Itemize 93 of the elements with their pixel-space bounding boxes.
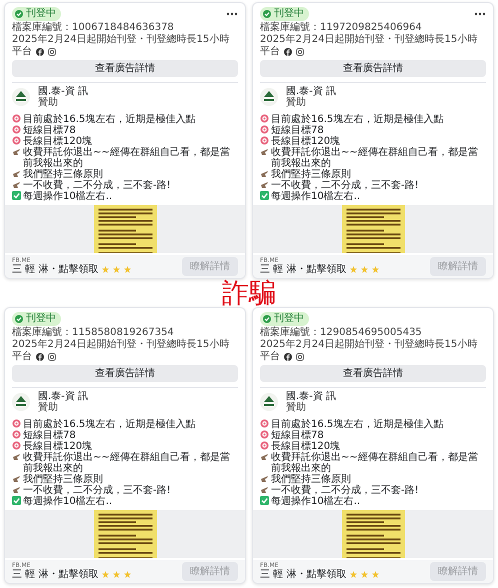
body-text: 收費拜託你退出~~經傳在群組自己看，都是當前我報出來的 bbox=[271, 146, 479, 169]
link-title: 三 輕 淋・點擊領取 bbox=[12, 264, 98, 276]
platform-label: 平台 bbox=[260, 351, 280, 362]
platform-label: 平台 bbox=[260, 46, 280, 57]
body-text: 每週操作10檔左右.. bbox=[271, 496, 360, 507]
star-icon bbox=[372, 571, 380, 578]
status-badge: 刊登中 bbox=[260, 7, 309, 21]
body-text: 一不收費，二不分成，三不套-路! bbox=[271, 180, 419, 191]
run-date: 2025年2月24日起開始刊登・刊登總時長15小時 bbox=[12, 339, 230, 350]
body-text: 短線目標78 bbox=[271, 430, 324, 441]
advertiser-name[interactable]: 國.泰-資 訊 bbox=[38, 391, 88, 402]
link-title: 三 輕 淋・點擊領取 bbox=[12, 569, 98, 580]
details-button[interactable]: 查看廣告詳情 bbox=[260, 60, 486, 77]
check-icon bbox=[12, 496, 21, 505]
sponsored-label: 贊助 bbox=[38, 97, 58, 108]
sponsored-label: 贊助 bbox=[286, 402, 306, 414]
library-id: 檔案庫編號：1290854695005435 bbox=[260, 327, 423, 338]
body-text: 短線目標78 bbox=[23, 124, 76, 136]
star-icon bbox=[124, 571, 132, 578]
star-icon bbox=[361, 266, 368, 274]
body-text: 短線目標78 bbox=[271, 124, 324, 136]
facebook-icon bbox=[284, 48, 292, 56]
sponsored-label: 贊助 bbox=[286, 97, 306, 108]
advertiser-name[interactable]: 國.泰-資 訊 bbox=[38, 86, 88, 98]
details-button[interactable]: 查看廣告詳情 bbox=[12, 60, 238, 77]
status-badge: 刊登中 bbox=[12, 7, 61, 21]
library-id: 檔案庫編號：1158580819267354 bbox=[12, 327, 175, 338]
check-icon bbox=[12, 190, 21, 200]
body-text: 目前處於16.5塊左右，近期是極佳入點 bbox=[271, 418, 444, 430]
check-circle-icon bbox=[15, 10, 23, 18]
star-icon bbox=[361, 571, 368, 578]
star-icon bbox=[102, 571, 110, 578]
star-icon bbox=[113, 266, 120, 274]
star-icon bbox=[113, 571, 120, 578]
body-text: 長線目標120塊 bbox=[271, 440, 340, 452]
body-text: 收費拜託你退出~~經傳在群組自己看，都是當前我報出來的 bbox=[271, 452, 479, 474]
status-badge: 刊登中 bbox=[260, 312, 309, 326]
body-text: 一不收費，二不分成，三不套-路! bbox=[271, 484, 419, 496]
facebook-icon bbox=[36, 48, 44, 56]
advertiser-name[interactable]: 國.泰-資 訊 bbox=[286, 86, 336, 98]
body-text: 我們堅持三條原則 bbox=[271, 168, 351, 180]
library-id: 檔案庫編號：1006718484636378 bbox=[12, 22, 175, 33]
check-circle-icon bbox=[263, 315, 271, 323]
facebook-icon bbox=[284, 352, 292, 360]
body-text: 一不收費，二不分成，三不套-路! bbox=[23, 180, 171, 191]
instagram-icon bbox=[48, 352, 56, 360]
body-text: 每週操作10檔左右.. bbox=[23, 496, 112, 507]
sponsored-label: 贊助 bbox=[38, 402, 58, 414]
instagram-icon bbox=[48, 48, 56, 56]
library-id: 檔案庫編號：1197209825406964 bbox=[260, 22, 423, 33]
star-icon bbox=[102, 266, 110, 274]
instagram-icon bbox=[296, 48, 304, 56]
platform-label: 平台 bbox=[12, 46, 32, 57]
body-text: 收費拜託你退出~~經傳在群組自己看，都是當前我報出來的 bbox=[23, 452, 231, 474]
instagram-icon bbox=[296, 352, 304, 360]
check-icon bbox=[260, 190, 269, 200]
run-date: 2025年2月24日起開始刊登・刊登總時長15小時 bbox=[12, 34, 230, 45]
star-icon bbox=[124, 266, 132, 274]
body-text: 長線目標120塊 bbox=[271, 136, 340, 147]
scam-label: 詐騙 bbox=[222, 278, 276, 308]
body-text: 長線目標120塊 bbox=[23, 136, 92, 147]
check-circle-icon bbox=[263, 10, 271, 18]
body-text: 我們堅持三條原則 bbox=[23, 474, 103, 485]
body-text: 我們堅持三條原則 bbox=[23, 168, 103, 180]
link-title: 三 輕 淋・點擊領取 bbox=[260, 264, 346, 276]
check-icon bbox=[260, 496, 269, 505]
logo-icon bbox=[260, 393, 278, 412]
platform-label: 平台 bbox=[12, 351, 32, 362]
status-badge: 刊登中 bbox=[12, 312, 61, 326]
body-text: 短線目標78 bbox=[23, 430, 76, 441]
body-text: 每週操作10檔左右.. bbox=[271, 190, 360, 202]
link-title: 三 輕 淋・點擊領取 bbox=[260, 569, 346, 580]
body-text: 目前處於16.5塊左右，近期是極佳入點 bbox=[271, 114, 444, 125]
run-date: 2025年2月24日起開始刊登・刊登總時長15小時 bbox=[260, 34, 478, 45]
details-button[interactable]: 查看廣告詳情 bbox=[260, 365, 486, 382]
body-text: 一不收費，二不分成，三不套-路! bbox=[23, 484, 171, 496]
body-text: 每週操作10檔左右.. bbox=[23, 190, 112, 202]
body-text: 收費拜託你退出~~經傳在群組自己看，都是當前我報出來的 bbox=[23, 146, 231, 169]
body-text: 長線目標120塊 bbox=[23, 440, 92, 452]
logo-icon bbox=[260, 88, 278, 106]
advertiser-name[interactable]: 國.泰-資 訊 bbox=[286, 391, 336, 402]
star-icon bbox=[372, 266, 380, 274]
run-date: 2025年2月24日起開始刊登・刊登總時長15小時 bbox=[260, 339, 478, 350]
body-text: 目前處於16.5塊左右，近期是極佳入點 bbox=[23, 418, 196, 430]
details-button[interactable]: 查看廣告詳情 bbox=[12, 365, 238, 382]
check-circle-icon bbox=[15, 315, 23, 323]
star-icon bbox=[350, 571, 358, 578]
facebook-icon bbox=[36, 352, 44, 360]
body-text: 目前處於16.5塊左右，近期是極佳入點 bbox=[23, 114, 196, 125]
star-icon bbox=[350, 266, 358, 274]
logo-icon bbox=[12, 88, 30, 106]
body-text: 我們堅持三條原則 bbox=[271, 474, 351, 485]
logo-icon bbox=[12, 393, 30, 412]
